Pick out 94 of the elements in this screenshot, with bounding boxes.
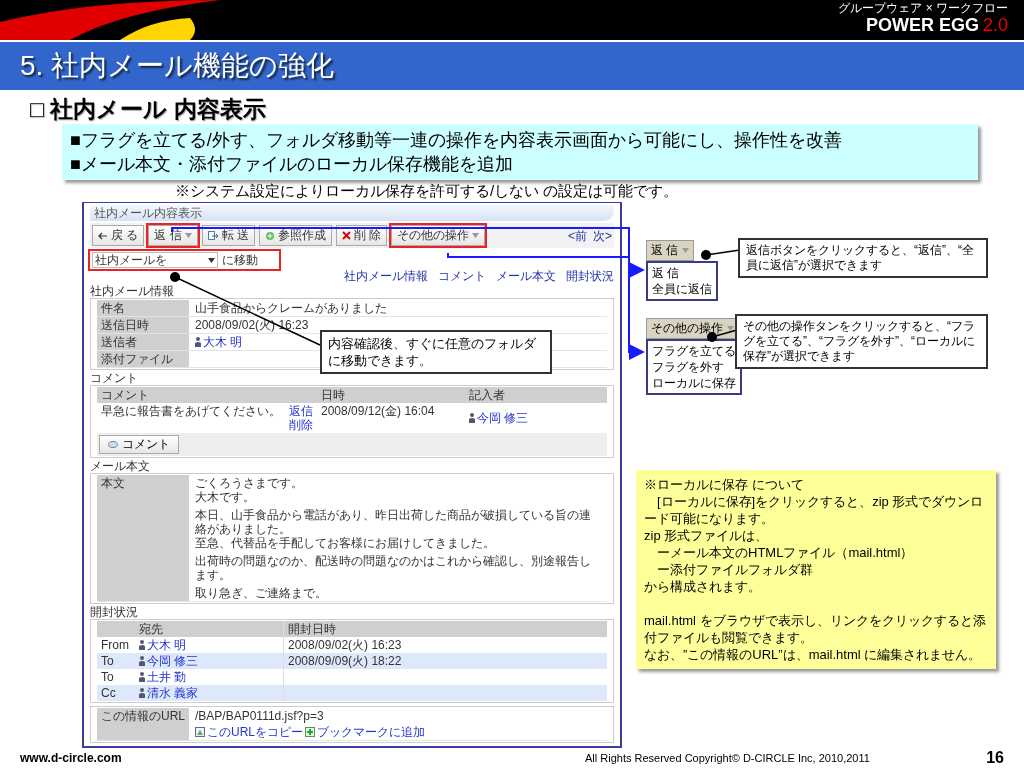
- toolbar-button[interactable]: 転 送: [201, 225, 256, 246]
- person-icon: [469, 413, 475, 423]
- section-title: 社内メール情報: [90, 284, 174, 298]
- brand-name: POWER EGG: [865, 15, 979, 36]
- menu-item[interactable]: 全員に返信: [652, 281, 712, 297]
- user-link[interactable]: 大木 明: [147, 638, 187, 652]
- comment-action-link[interactable]: 削除: [289, 418, 313, 432]
- toolbar-button[interactable]: その他の操作: [391, 225, 486, 246]
- url-action-link[interactable]: ブックマークに追加: [317, 725, 425, 739]
- dropdown-arrow-icon: [208, 257, 215, 263]
- person-icon: [139, 640, 145, 650]
- brand-tagline: グループウェア × ワークフロー: [838, 1, 1008, 15]
- toolbar-button[interactable]: 戻 る: [92, 225, 145, 246]
- mail-body-line: 取り急ぎ、ご連絡まで。: [195, 586, 328, 600]
- person-icon: [139, 656, 145, 666]
- back-arrow-icon: [98, 231, 108, 240]
- section-title: コメント: [90, 371, 138, 385]
- copyright-text: All Rights Reserved Copyright© D-CIRCLE Inc, 2010,2011: [585, 752, 870, 764]
- menu-item[interactable]: ローカルに保存: [652, 375, 736, 391]
- callout-box: 返信ボタンをクリックすると、“返信”、“全員に返信”が選択できます: [738, 238, 988, 278]
- website-url: www.d-circle.com: [20, 751, 122, 765]
- mail-body-line: 本日、山手食品から電話があり、昨日出荷した商品が破損している旨の連絡がありました。: [195, 508, 592, 536]
- toolbar-button[interactable]: 削 除: [336, 225, 388, 246]
- callout-box: 内容確認後、すぐに任意のフォルダに移動できます。: [320, 330, 552, 374]
- field-label: この情報のURL: [97, 708, 189, 740]
- open-date: 2008/09/09(火) 18:22: [288, 654, 402, 668]
- column-header: 日時: [320, 387, 346, 403]
- pager-link[interactable]: <前: [567, 228, 587, 243]
- move-link[interactable]: に移動: [222, 253, 258, 267]
- menu-item[interactable]: 返 信: [652, 265, 712, 281]
- window-title: 社内メール内容表示: [90, 205, 614, 221]
- person-icon: [195, 337, 201, 347]
- section-title: 開封状況: [90, 605, 138, 619]
- user-link[interactable]: 清水 義家: [147, 686, 199, 700]
- recipient-type: To: [101, 654, 114, 668]
- pager-link[interactable]: 次>: [593, 228, 612, 243]
- plus-icon: [305, 727, 315, 737]
- url-text: /BAP/BAP0111d.jsf?p=3: [195, 709, 324, 723]
- callout-box: その他の操作タンをクリックすると、“フラグを立てる”、“フラグを外す”、“ローカルに保存”が選択できます: [735, 314, 988, 369]
- caret-icon: [682, 248, 690, 253]
- recipient-type: From: [101, 638, 129, 652]
- section-link[interactable]: コメント: [438, 269, 486, 283]
- mail-body-line: ごくろうさまです。: [195, 476, 304, 490]
- comment-date: 2008/09/12(金) 16:04: [321, 404, 435, 418]
- section-link[interactable]: 社内メール情報: [344, 269, 428, 283]
- mail-body-line: 大木です。: [195, 490, 256, 504]
- person-icon: [139, 672, 145, 682]
- recipient-type: To: [101, 670, 114, 684]
- comment-action-link[interactable]: 返信: [289, 404, 313, 418]
- brand-version: 2.0: [982, 15, 1008, 36]
- section-title: メール本文: [90, 459, 150, 473]
- forward-arrow-icon: [207, 231, 219, 240]
- recipient-type: Cc: [101, 686, 116, 700]
- plus-circle-icon: [265, 230, 276, 241]
- note-box: ※ローカルに保存 について [ローカルに保存]をクリックすると、zip 形式でダウンロード可能になります。 zip 形式ファイルは、 ーメール本文のHTMLファイル（mail.html） ー添付ファイルフォルダ群 から構成されます。 mail.html をブラウザで表示し、リンクをクリックすると添付ファイルも閲覧できます。 なお、”この情報のURL”は、mail.html に編集されません。: [636, 470, 996, 669]
- field-label: 添付ファイル: [97, 351, 189, 367]
- toolbar-button[interactable]: 返 信: [148, 225, 198, 246]
- user-link[interactable]: 今岡 修三: [147, 654, 199, 668]
- copy-icon: [195, 727, 205, 737]
- open-date: 2008/09/02(火) 16:23: [288, 638, 402, 652]
- column-header: 記入者: [468, 387, 506, 403]
- mail-body-line: 至急、代替品を手配してお客様にお届けしてきました。: [195, 536, 496, 550]
- mail-body-line: 出荷時の問題なのか、配送時の問題なのかはこれから確認し、別途報告します。: [195, 554, 592, 582]
- summary-line: ■フラグを立てる/外す、フォルダ移動等一連の操作を内容表示画面から可能にし、操作性を改善: [70, 129, 843, 152]
- menu-item[interactable]: フラグを立てる: [652, 343, 736, 359]
- field-label: 送信日時: [97, 317, 189, 333]
- leader-line: [701, 249, 741, 260]
- slide-title: 5. 社内メール機能の強化: [20, 49, 335, 83]
- summary-note: ※システム設定によりローカル保存を許可する/しない の設定は可能です。: [175, 182, 679, 199]
- field-label: 送信者: [97, 334, 189, 350]
- column-header: 宛先: [139, 622, 163, 636]
- page-number: 16: [986, 749, 1004, 767]
- reply-dropdown-button[interactable]: 返 信: [646, 240, 695, 261]
- summary-line: ■メール本文・添付ファイルのローカル保存機能を追加: [70, 153, 514, 176]
- folder-select[interactable]: 社内メールを: [92, 252, 218, 268]
- cross-icon: [342, 231, 352, 240]
- person-icon: [139, 688, 145, 698]
- speech-bubble-icon: [108, 440, 118, 449]
- field-label: 件名: [97, 300, 189, 316]
- comment-text: 早急に報告書をあげてください。: [101, 404, 281, 418]
- column-header: 開封日時: [288, 622, 336, 636]
- column-header: コメント: [100, 387, 150, 403]
- section-heading: □ 社内メール 内容表示: [29, 95, 267, 124]
- user-link[interactable]: 土井 勤: [147, 670, 187, 684]
- section-link[interactable]: 開封状況: [566, 269, 614, 283]
- caret-icon: [727, 326, 734, 331]
- url-action-link[interactable]: このURLをコピー: [207, 725, 303, 739]
- field-label: 本文: [97, 475, 189, 601]
- user-link[interactable]: 大木 明: [203, 335, 243, 349]
- toolbar-button[interactable]: 参照作成: [259, 225, 333, 246]
- section-link[interactable]: メール本文: [496, 269, 556, 283]
- comment-button[interactable]: コメント: [99, 435, 179, 454]
- menu-item[interactable]: フラグを外す: [652, 359, 736, 375]
- user-link[interactable]: 今岡 修三: [477, 411, 529, 425]
